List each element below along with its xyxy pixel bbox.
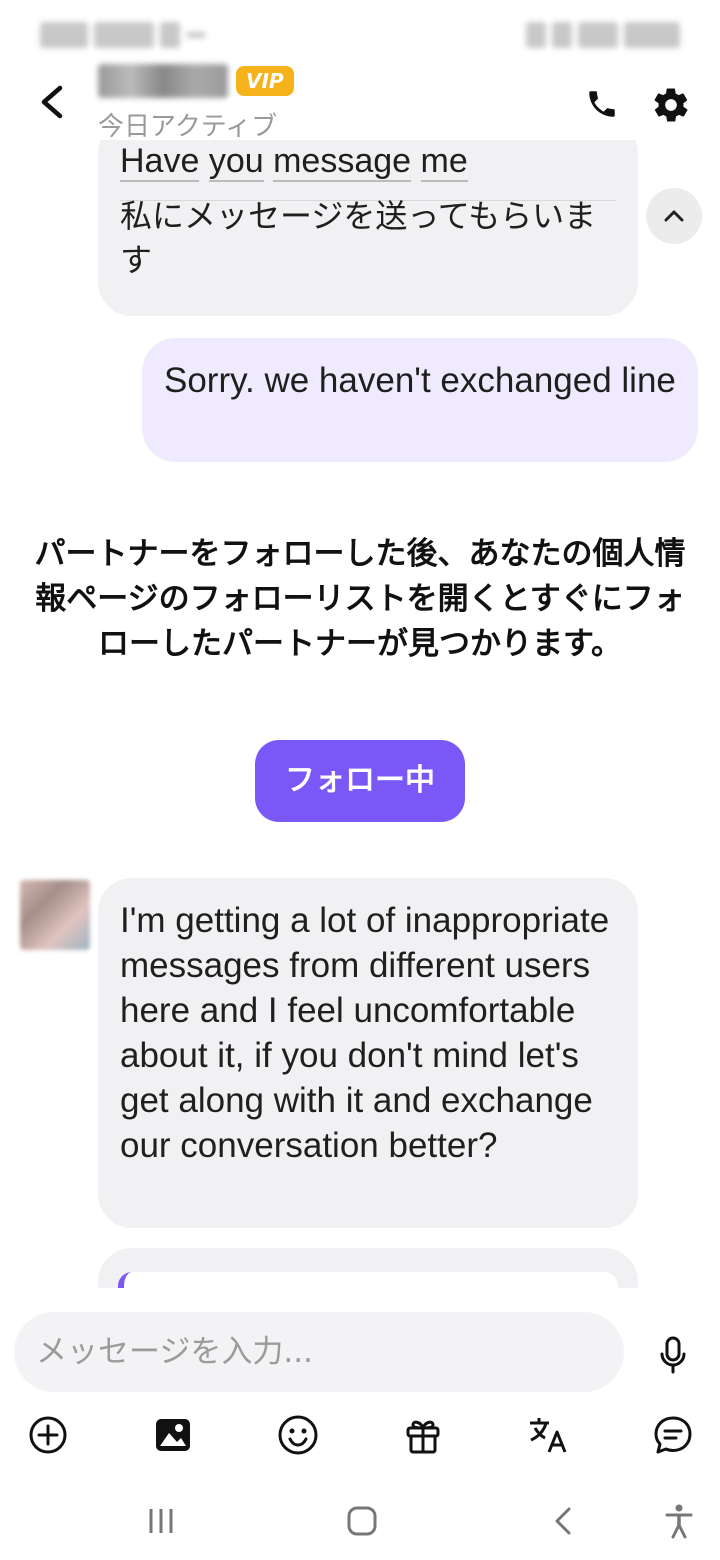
outgoing-message[interactable]: Sorry. we haven't exchanged line xyxy=(142,338,698,462)
status-icons xyxy=(526,22,680,48)
following-button[interactable]: フォロー中 xyxy=(255,740,465,822)
original-word[interactable]: message xyxy=(273,142,412,182)
home-icon[interactable] xyxy=(337,1496,387,1546)
incoming-message[interactable]: I'm getting a lot of inappropriate messa… xyxy=(98,878,638,1228)
translated-text: 私にメッセージを送ってもらいます xyxy=(120,197,597,279)
active-status: 今日アクティブ xyxy=(98,112,278,142)
original-word[interactable]: you xyxy=(208,142,264,182)
chat-area[interactable]: Have you message me 私にメッセージを送ってもらいます Sor… xyxy=(0,140,720,1288)
plus-circle-icon[interactable] xyxy=(23,1410,73,1460)
emoji-icon[interactable] xyxy=(273,1410,323,1460)
status-time xyxy=(40,22,206,48)
back-icon[interactable] xyxy=(538,1496,588,1546)
translate-icon[interactable] xyxy=(523,1410,573,1460)
chat-bubble-icon[interactable] xyxy=(648,1410,698,1460)
chat-header: VIP 今日アクティブ xyxy=(0,60,720,142)
back-arrow-icon[interactable] xyxy=(30,80,74,124)
incoming-message-partial[interactable] xyxy=(98,1248,638,1288)
incoming-translated-message[interactable]: Have you message me 私にメッセージを送ってもらいます xyxy=(98,140,638,316)
original-word[interactable]: Have xyxy=(120,142,200,182)
accessibility-icon[interactable] xyxy=(654,1496,704,1546)
message-input[interactable] xyxy=(36,1312,606,1392)
contact-name[interactable] xyxy=(98,64,228,98)
system-nav-bar xyxy=(0,1486,720,1560)
chat-toolbar xyxy=(0,1402,720,1466)
avatar[interactable] xyxy=(20,880,90,950)
gift-icon[interactable] xyxy=(398,1410,448,1460)
gear-icon[interactable] xyxy=(646,80,696,130)
image-icon[interactable] xyxy=(148,1410,198,1460)
recents-icon[interactable] xyxy=(136,1496,186,1546)
quoted-card xyxy=(118,1272,618,1288)
microphone-icon[interactable] xyxy=(648,1330,698,1380)
follow-info-note: パートナーをフォローした後、あなたの個人情報ページのフォローリストを開くとすぐに… xyxy=(34,536,686,662)
phone-icon[interactable] xyxy=(578,80,626,128)
chevron-up-icon[interactable] xyxy=(646,188,702,244)
original-word[interactable]: me xyxy=(420,142,468,182)
message-input-bar xyxy=(14,1312,624,1392)
vip-badge: VIP xyxy=(236,66,294,96)
original-text: Have you message me xyxy=(120,140,616,182)
